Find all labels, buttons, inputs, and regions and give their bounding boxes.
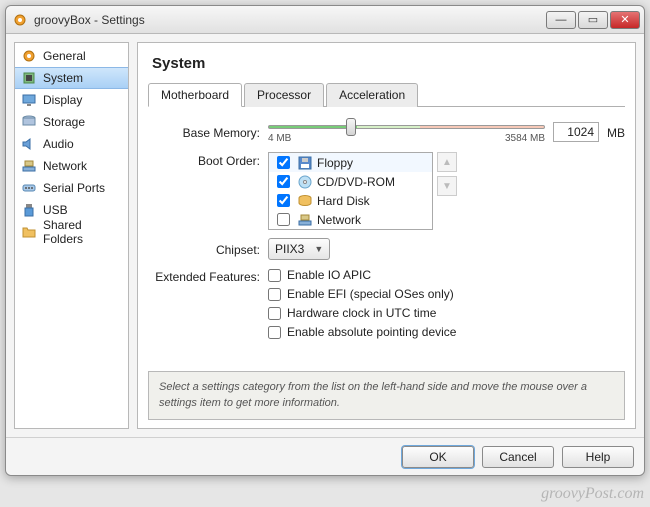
boot-check-network[interactable] — [277, 213, 290, 226]
check-label: Enable absolute pointing device — [287, 325, 456, 339]
disk-icon — [21, 114, 37, 130]
gear-icon — [21, 48, 37, 64]
base-memory-value[interactable]: 1024 — [553, 122, 599, 142]
boot-item-floppy[interactable]: Floppy — [269, 153, 432, 172]
boot-item-label: Hard Disk — [317, 194, 370, 208]
boot-check-harddisk[interactable] — [277, 194, 290, 207]
tab-acceleration[interactable]: Acceleration — [326, 83, 418, 107]
boot-item-label: Network — [317, 213, 361, 227]
sidebar-item-label: Shared Folders — [43, 218, 122, 246]
page-heading: System — [152, 55, 625, 72]
ok-button[interactable]: OK — [402, 446, 474, 468]
boot-item-label: CD/DVD-ROM — [317, 175, 395, 189]
check-label: Enable EFI (special OSes only) — [287, 287, 454, 301]
settings-window: groovyBox - Settings — ▭ ✕ General Syste… — [5, 5, 645, 476]
sidebar-item-label: System — [43, 71, 83, 85]
sidebar-item-label: Network — [43, 159, 87, 173]
main-panel: System Motherboard Processor Acceleratio… — [137, 42, 636, 429]
boot-move-down[interactable]: ▼ — [437, 176, 457, 196]
tab-processor[interactable]: Processor — [244, 83, 324, 107]
boot-order-list[interactable]: Floppy CD/DVD-ROM Hard Disk — [268, 152, 433, 230]
tab-motherboard[interactable]: Motherboard — [148, 83, 242, 107]
sidebar-item-label: USB — [43, 203, 68, 217]
chip-icon — [21, 70, 37, 86]
boot-move-up[interactable]: ▲ — [437, 152, 457, 172]
folder-icon — [21, 224, 37, 240]
cd-icon — [297, 174, 313, 190]
help-button[interactable]: Help — [562, 446, 634, 468]
sidebar-item-audio[interactable]: Audio — [15, 133, 128, 155]
boot-order-label: Boot Order: — [148, 152, 268, 168]
extended-label: Extended Features: — [148, 268, 268, 284]
chipset-dropdown[interactable]: PIIX3 ▼ — [268, 238, 330, 260]
sidebar: General System Display Storage Audio Net… — [14, 42, 129, 429]
boot-item-network[interactable]: Network — [269, 210, 432, 229]
sidebar-item-label: Display — [43, 93, 82, 107]
sidebar-item-general[interactable]: General — [15, 45, 128, 67]
sidebar-item-label: General — [43, 49, 86, 63]
base-memory-unit: MB — [607, 124, 625, 140]
chipset-label: Chipset: — [148, 241, 268, 257]
boot-check-floppy[interactable] — [277, 156, 290, 169]
floppy-icon — [297, 155, 313, 171]
boot-item-harddisk[interactable]: Hard Disk — [269, 191, 432, 210]
cancel-button[interactable]: Cancel — [482, 446, 554, 468]
watermark: groovyPost.com — [541, 485, 644, 503]
sidebar-item-serial[interactable]: Serial Ports — [15, 177, 128, 199]
network-icon — [21, 158, 37, 174]
slider-min-label: 4 MB — [268, 133, 291, 144]
minimize-button[interactable]: — — [546, 11, 576, 29]
sidebar-item-label: Audio — [43, 137, 74, 151]
chipset-value: PIIX3 — [275, 242, 304, 256]
slider-max-label: 3584 MB — [505, 133, 545, 144]
titlebar[interactable]: groovyBox - Settings — ▭ ✕ — [6, 6, 644, 34]
sidebar-item-label: Storage — [43, 115, 85, 129]
boot-item-label: Floppy — [317, 156, 353, 170]
check-io-apic[interactable] — [268, 269, 281, 282]
sidebar-item-system[interactable]: System — [15, 67, 128, 89]
maximize-button[interactable]: ▭ — [578, 11, 608, 29]
harddisk-icon — [297, 193, 313, 209]
tabs: Motherboard Processor Acceleration — [148, 82, 625, 107]
app-gear-icon — [12, 12, 28, 28]
usb-icon — [21, 202, 37, 218]
sidebar-item-display[interactable]: Display — [15, 89, 128, 111]
hint-box: Select a settings category from the list… — [148, 371, 625, 420]
check-efi[interactable] — [268, 288, 281, 301]
slider-thumb[interactable] — [346, 118, 356, 136]
chevron-down-icon: ▼ — [314, 244, 323, 254]
base-memory-slider[interactable] — [268, 125, 545, 129]
check-utc[interactable] — [268, 307, 281, 320]
sidebar-item-shared-folders[interactable]: Shared Folders — [15, 221, 128, 243]
footer: OK Cancel Help — [6, 437, 644, 475]
window-title: groovyBox - Settings — [34, 13, 145, 27]
check-label: Hardware clock in UTC time — [287, 306, 436, 320]
close-button[interactable]: ✕ — [610, 11, 640, 29]
monitor-icon — [21, 92, 37, 108]
speaker-icon — [21, 136, 37, 152]
serial-icon — [21, 180, 37, 196]
sidebar-item-network[interactable]: Network — [15, 155, 128, 177]
net-boot-icon — [297, 212, 313, 228]
sidebar-item-storage[interactable]: Storage — [15, 111, 128, 133]
boot-check-cddvd[interactable] — [277, 175, 290, 188]
check-abs-pointing[interactable] — [268, 326, 281, 339]
base-memory-label: Base Memory: — [148, 124, 268, 140]
sidebar-item-label: Serial Ports — [43, 181, 105, 195]
boot-item-cddvd[interactable]: CD/DVD-ROM — [269, 172, 432, 191]
check-label: Enable IO APIC — [287, 268, 371, 282]
